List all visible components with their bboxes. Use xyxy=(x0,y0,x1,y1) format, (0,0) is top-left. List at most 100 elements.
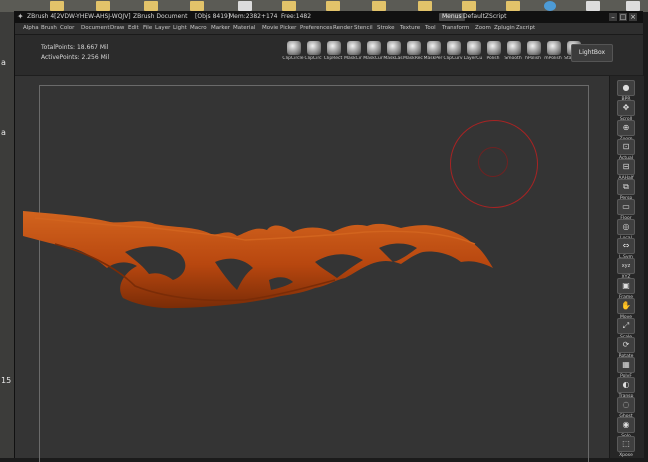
tray-button-floor[interactable]: ▭Floor xyxy=(613,198,639,221)
tray-button-ghost[interactable]: ◌Ghost xyxy=(613,396,639,419)
tray-button-aahalf[interactable]: ⊟AAHalf xyxy=(613,159,639,181)
maximize-icon[interactable]: □ xyxy=(619,13,627,21)
default-zscript-label[interactable]: DefaultZScript xyxy=(463,11,506,23)
menu-item[interactable]: Brush xyxy=(41,23,57,34)
folder-icon[interactable] xyxy=(418,1,432,11)
menu-item[interactable]: Movie xyxy=(262,23,278,34)
brush-button[interactable]: ClipCirc xyxy=(303,41,323,69)
menu-item[interactable]: Picker xyxy=(280,23,296,34)
folder-icon[interactable] xyxy=(144,1,158,11)
menus-toggle-button[interactable]: Menus xyxy=(439,13,465,21)
floor-icon: ▭ xyxy=(617,198,635,215)
brush-thumbnail-icon xyxy=(527,41,541,55)
document-icon[interactable] xyxy=(586,1,600,11)
tray-button-l-sym[interactable]: ⇔L.Sym xyxy=(613,238,639,260)
brush-thumbnail-icon xyxy=(407,41,421,55)
globe-icon[interactable] xyxy=(544,1,556,11)
tray-button-local[interactable]: ◎Local xyxy=(613,218,639,241)
folder-icon[interactable] xyxy=(506,1,520,11)
tray-button-scroll[interactable]: ✥Scroll xyxy=(613,99,639,122)
menu-item[interactable]: File xyxy=(143,23,152,34)
menu-item[interactable]: Alpha xyxy=(23,23,39,34)
menu-item[interactable]: Edit xyxy=(128,23,139,34)
tray-button-solo[interactable]: ◉Solo xyxy=(613,416,639,439)
xyz-icon: xyz xyxy=(617,258,635,275)
edge-label: 15 xyxy=(1,376,12,385)
tray-button-rotate[interactable]: ⟳Rotate xyxy=(613,337,639,359)
title-bar[interactable]: ✦ ZBrush 4[2VDW-YHEW-AHSJ-WQJV] ZBrush D… xyxy=(15,11,643,23)
minimize-icon[interactable]: – xyxy=(609,13,617,21)
menu-item[interactable]: Texture xyxy=(400,23,420,34)
brush-button[interactable]: MaskPer xyxy=(423,41,443,69)
sphere-icon: ● xyxy=(617,80,635,96)
brush-button[interactable]: MaskCir xyxy=(343,41,363,69)
menu-item[interactable]: Render xyxy=(333,23,353,34)
zbrush-window: ✦ ZBrush 4[2VDW-YHEW-AHSJ-WQJV] ZBrush D… xyxy=(14,11,644,462)
tray-button-actual[interactable]: ⊡Actual xyxy=(613,139,639,161)
folder-icon[interactable] xyxy=(282,1,296,11)
menu-item[interactable]: Preferences xyxy=(300,23,332,34)
brush-button[interactable]: MaskRec xyxy=(403,41,423,69)
brush-button[interactable]: ClipCurv xyxy=(443,41,463,69)
menu-item[interactable]: Marker xyxy=(211,23,230,34)
document-canvas[interactable] xyxy=(15,76,609,462)
document-icon[interactable] xyxy=(626,1,640,11)
document-icon[interactable] xyxy=(238,1,252,11)
brush-thumbnail-icon xyxy=(347,41,361,55)
total-points: TotalPoints: 18.667 Mil xyxy=(41,44,109,51)
menu-item[interactable]: Draw xyxy=(110,23,124,34)
top-shelf: TotalPoints: 18.667 Mil ActivePoints: 2.… xyxy=(15,35,643,76)
document-label: ZBrush Document xyxy=(133,13,188,20)
menu-item[interactable]: Tool xyxy=(425,23,436,34)
local-icon: ◎ xyxy=(617,218,635,235)
rotate-icon: ⟳ xyxy=(617,337,635,354)
menu-item[interactable]: Color xyxy=(60,23,74,34)
menu-bar: Alpha Brush Color Document Draw Edit File Layer… xyxy=(15,23,643,35)
window-title: ZBrush 4[2VDW-YHEW-AHSJ-WQJV] xyxy=(27,13,131,20)
folder-icon[interactable] xyxy=(462,1,476,11)
brush-button[interactable]: LayerCu xyxy=(463,41,483,69)
menu-item[interactable]: Document xyxy=(81,23,110,34)
brush-button[interactable]: Smooth xyxy=(503,41,523,69)
tray-button-move[interactable]: ✋Move xyxy=(613,297,639,320)
menu-item[interactable]: Layer xyxy=(155,23,170,34)
tray-button-bpr[interactable]: ●BPR xyxy=(613,80,639,102)
folder-icon[interactable] xyxy=(372,1,386,11)
brush-button[interactable]: hPolish xyxy=(523,41,543,69)
menu-item[interactable]: Zoom xyxy=(475,23,491,34)
brush-button[interactable]: ClipRect xyxy=(323,41,343,69)
menu-item[interactable]: Macro xyxy=(190,23,207,34)
tray-button-xpose[interactable]: ⬚ Xpose xyxy=(613,436,639,458)
actual-icon: ⊡ xyxy=(617,139,635,156)
menu-item[interactable]: Light xyxy=(173,23,187,34)
folder-icon[interactable] xyxy=(326,1,340,11)
folder-icon[interactable] xyxy=(190,1,204,11)
menu-item[interactable]: Stroke xyxy=(377,23,395,34)
lightbox-button[interactable]: LightBox xyxy=(571,44,613,62)
brush-thumbnail-icon xyxy=(327,41,341,55)
tray-button-scale[interactable]: ⤢Scale xyxy=(613,317,639,340)
tray-button-persp[interactable]: ⧉Persp xyxy=(613,179,639,201)
tray-button-frame[interactable]: ▣Frame xyxy=(613,278,639,300)
brush-button[interactable]: mPolish xyxy=(543,41,563,69)
objs-count: [Objs 8419] xyxy=(195,13,231,20)
aahalf-icon: ⊟ xyxy=(617,159,635,176)
menu-item[interactable]: Transform xyxy=(442,23,469,34)
brush-button[interactable]: Polish xyxy=(483,41,503,69)
menu-item[interactable]: Stencil xyxy=(354,23,373,34)
menu-item[interactable]: Zplugin xyxy=(494,23,515,34)
flame-body xyxy=(23,211,493,309)
brush-button[interactable]: MaskCur xyxy=(363,41,383,69)
tray-button-polyf[interactable]: ▦PolyF xyxy=(613,357,639,379)
menu-item[interactable]: Zscript xyxy=(516,23,535,34)
tray-button-zoom[interactable]: ⊕Zoom xyxy=(613,119,639,142)
folder-icon[interactable] xyxy=(96,1,110,11)
tray-button-transp[interactable]: ◐Transp xyxy=(613,377,639,399)
tray-button-xyz[interactable]: xyzXYZ xyxy=(613,258,639,280)
brush-button[interactable]: MaskLas xyxy=(383,41,403,69)
close-icon[interactable]: × xyxy=(629,13,637,21)
brush-button[interactable]: ClipCircle xyxy=(282,41,304,69)
folder-icon[interactable] xyxy=(50,1,64,11)
menu-item[interactable]: Material xyxy=(233,23,255,34)
frame-icon: ▣ xyxy=(617,278,635,294)
